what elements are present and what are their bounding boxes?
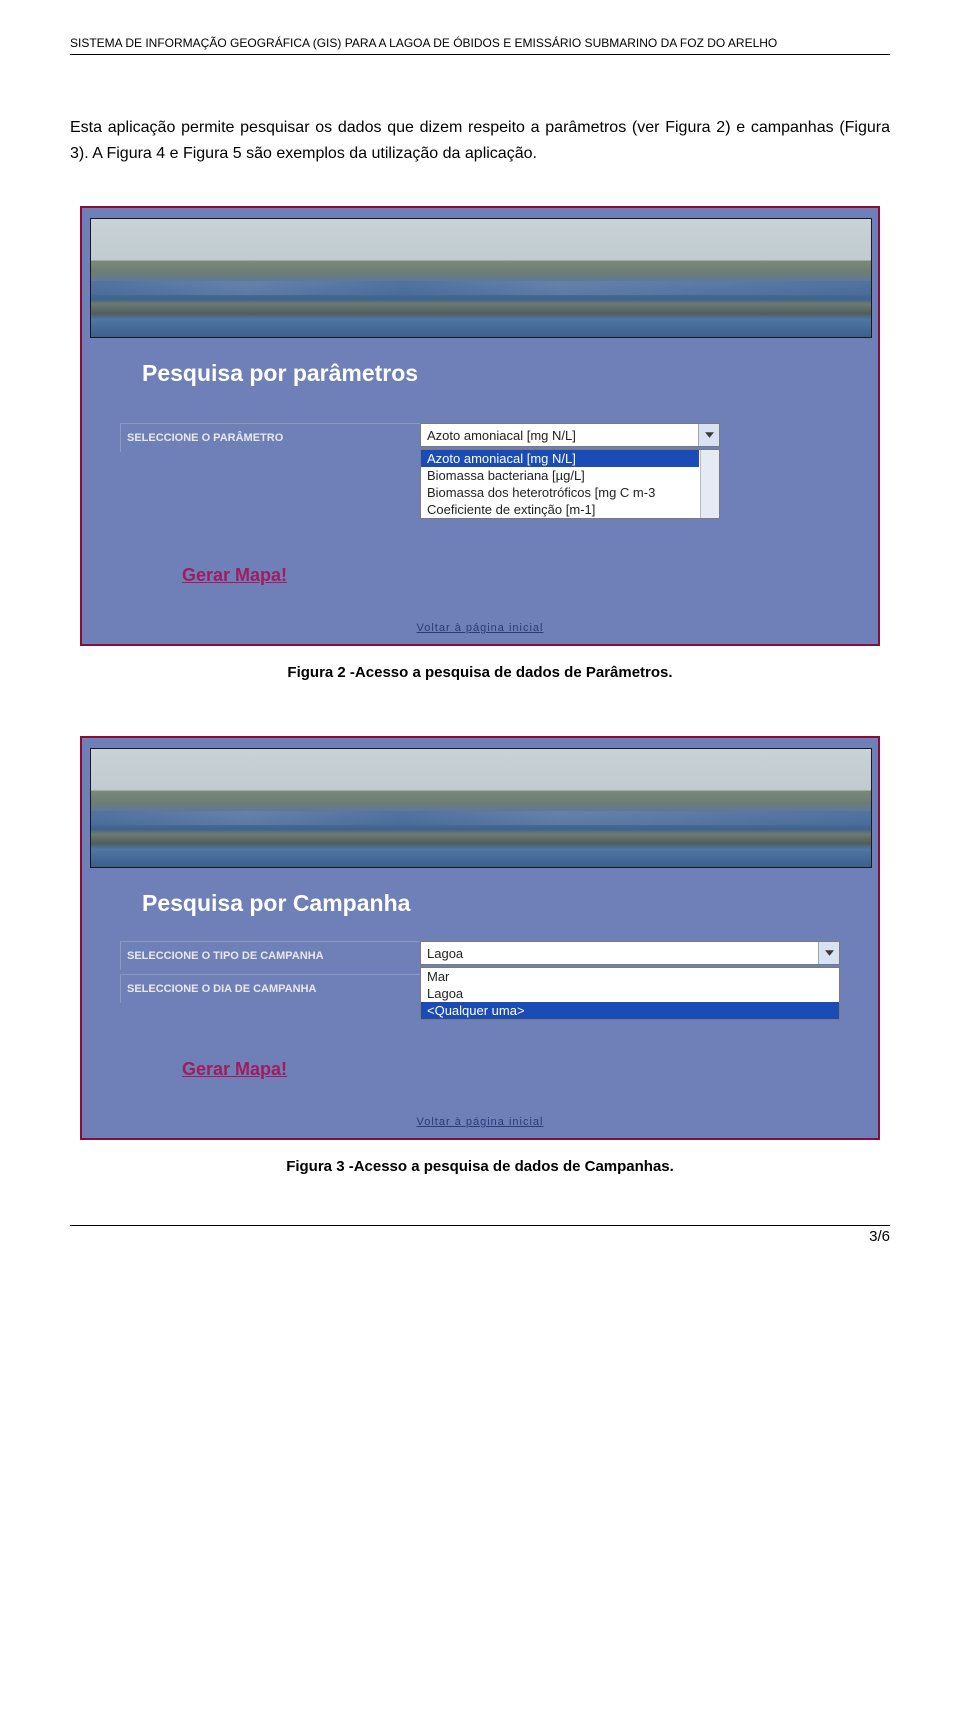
gerar-mapa-link[interactable]: Gerar Mapa! bbox=[82, 1019, 878, 1110]
section-title-parametros: Pesquisa por parâmetros bbox=[82, 338, 878, 405]
banner-image bbox=[90, 748, 872, 868]
page-header: SISTEMA DE INFORMAÇÃO GEOGRÁFICA (GIS) P… bbox=[70, 36, 890, 55]
page-number: 3/6 bbox=[70, 1225, 890, 1245]
option-parametro[interactable]: Biomassa bacteriana [µg/L] bbox=[421, 467, 699, 484]
figure-campanha: Pesquisa por Campanha SELECCIONE O TIPO … bbox=[80, 736, 880, 1140]
voltar-inicio-link[interactable]: Voltar à página inicial bbox=[82, 1110, 878, 1138]
scroll-down-icon[interactable] bbox=[703, 504, 717, 516]
select-parametro-value: Azoto amoniacal [mg N/L] bbox=[427, 428, 576, 443]
chevron-down-icon[interactable] bbox=[698, 424, 719, 446]
option-campanha[interactable]: <Qualquer uma> bbox=[421, 1002, 839, 1019]
chevron-down-icon[interactable] bbox=[818, 942, 839, 964]
scroll-up-icon[interactable] bbox=[703, 452, 717, 464]
listbox-tipo-campanha[interactable]: Mar Lagoa <Qualquer uma> bbox=[420, 967, 840, 1020]
option-campanha[interactable]: Mar bbox=[421, 968, 839, 985]
figure-parametros: Pesquisa por parâmetros SELECCIONE O PAR… bbox=[80, 206, 880, 646]
figure-2-caption: Figura 2 -Acesso a pesquisa de dados de … bbox=[70, 664, 890, 681]
listbox-parametro[interactable]: Azoto amoniacal [mg N/L] Biomassa bacter… bbox=[420, 449, 720, 519]
select-parametro[interactable]: Azoto amoniacal [mg N/L] bbox=[420, 423, 720, 447]
select-tipo-campanha-value: Lagoa bbox=[427, 946, 463, 961]
option-parametro[interactable]: Azoto amoniacal [mg N/L] bbox=[421, 450, 699, 467]
select-tipo-campanha[interactable]: Lagoa bbox=[420, 941, 840, 965]
option-parametro[interactable]: Biomassa dos heterotróficos [mg C m-3 bbox=[421, 484, 699, 501]
option-parametro[interactable]: Coeficiente de extinção [m-1] bbox=[421, 501, 699, 518]
intro-paragraph: Esta aplicação permite pesquisar os dado… bbox=[70, 115, 890, 166]
gerar-mapa-link[interactable]: Gerar Mapa! bbox=[82, 525, 878, 616]
figure-3-caption: Figura 3 -Acesso a pesquisa de dados de … bbox=[70, 1158, 890, 1175]
label-seleccione-parametro: SELECCIONE O PARÂMETRO bbox=[120, 423, 420, 452]
option-campanha[interactable]: Lagoa bbox=[421, 985, 839, 1002]
section-title-campanha: Pesquisa por Campanha bbox=[82, 868, 878, 935]
banner-image bbox=[90, 218, 872, 338]
label-dia-campanha: SELECCIONE O DIA DE CAMPANHA bbox=[120, 974, 420, 1003]
voltar-inicio-link[interactable]: Voltar à página inicial bbox=[82, 616, 878, 644]
label-tipo-campanha: SELECCIONE O TIPO DE CAMPANHA bbox=[120, 941, 420, 970]
